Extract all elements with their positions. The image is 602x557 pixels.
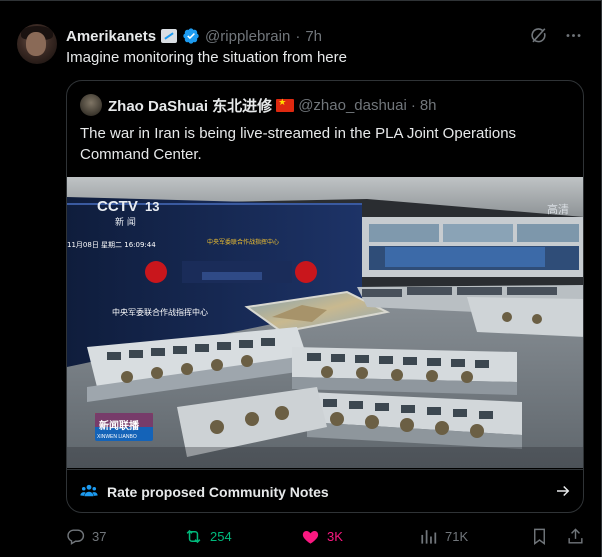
bookmark-icon: [534, 528, 545, 545]
arrow-right-icon[interactable]: [554, 482, 572, 500]
quoted-author-name[interactable]: Zhao DaShuai 东北进修: [108, 95, 272, 116]
china-flag-icon: [276, 97, 295, 112]
post-header: Amerikanets @ripplebrain · 7h: [66, 26, 322, 46]
post-text: Imagine monitoring the situation from he…: [66, 49, 347, 66]
quoted-header: Zhao DaShuai 东北进修 @zhao_dashuai · 8h: [108, 95, 437, 115]
repost-count: 254: [210, 528, 232, 544]
post-card[interactable]: Amerikanets @ripplebrain · 7h Imagine mo…: [0, 0, 602, 557]
like-count: 3K: [327, 528, 343, 544]
svg-text:XINWEN LIANBO: XINWEN LIANBO: [97, 434, 137, 440]
share-icon: [568, 527, 583, 544]
center-name-wall: 中央军委联合作战指挥中心: [112, 307, 208, 317]
like-button[interactable]: 3K: [301, 525, 343, 547]
grok-icon[interactable]: [529, 26, 548, 45]
post-top-actions: [529, 26, 583, 45]
quoted-timestamp[interactable]: 8h: [420, 97, 437, 114]
views-count: 71K: [445, 528, 469, 544]
bookmark-button[interactable]: [530, 525, 549, 547]
separator-dot: ·: [410, 96, 416, 114]
community-notes-icon: [80, 484, 98, 497]
center-name-banner: 中央军委联合作战指挥中心: [207, 238, 279, 246]
reply-count: 37: [92, 528, 107, 544]
svg-text:新闻联播: 新闻联播: [99, 419, 140, 432]
author-handle[interactable]: @ripplebrain: [205, 28, 290, 45]
verified-badge-icon: [183, 28, 199, 44]
share-button[interactable]: [566, 525, 585, 547]
channel-logo: CCTV: [97, 198, 138, 215]
post-timestamp[interactable]: 7h: [305, 28, 322, 45]
heart-icon: [302, 530, 319, 544]
repost-icon: [186, 529, 201, 543]
reply-icon: [67, 528, 85, 545]
broadcast-datetime: 11月08日 星期二 16:09:44: [67, 241, 156, 249]
views-icon: [421, 529, 437, 544]
views-button[interactable]: 71K: [419, 525, 468, 547]
quoted-author-avatar[interactable]: [80, 94, 102, 116]
repost-button[interactable]: 254: [184, 525, 232, 547]
quoted-post[interactable]: Zhao DaShuai 东北进修 @zhao_dashuai · 8h The…: [66, 80, 584, 513]
command-center-photo[interactable]: CCTV 13 新 闻 高清 11月08日 星期二 16:09:44 中央军委联…: [67, 177, 583, 468]
post-action-bar: 37 254 3K 71K: [66, 525, 586, 549]
quoted-text: The war in Iran is being live-streamed i…: [80, 125, 517, 163]
author-name[interactable]: Amerikanets: [66, 28, 156, 45]
author-avatar[interactable]: [17, 24, 57, 64]
xinwen-lianbo-logo: 新闻联播 XINWEN LIANBO: [95, 413, 153, 441]
quoted-author-handle[interactable]: @zhao_dashuai: [298, 97, 407, 114]
chart-emoji-icon: [161, 29, 178, 43]
hd-mark: 高清: [547, 202, 569, 216]
more-options-icon[interactable]: [564, 26, 583, 45]
separator-dot: ·: [295, 27, 301, 45]
command-center-scene: CCTV 13 新 闻 高清 11月08日 星期二 16:09:44 中央军委联…: [67, 177, 583, 468]
community-notes-row[interactable]: Rate proposed Community Notes: [67, 469, 583, 512]
rate-community-notes-label[interactable]: Rate proposed Community Notes: [107, 484, 329, 500]
reply-button[interactable]: 37: [66, 525, 106, 547]
channel-subtitle: 新 闻: [115, 216, 136, 228]
channel-number: 13: [145, 199, 159, 214]
